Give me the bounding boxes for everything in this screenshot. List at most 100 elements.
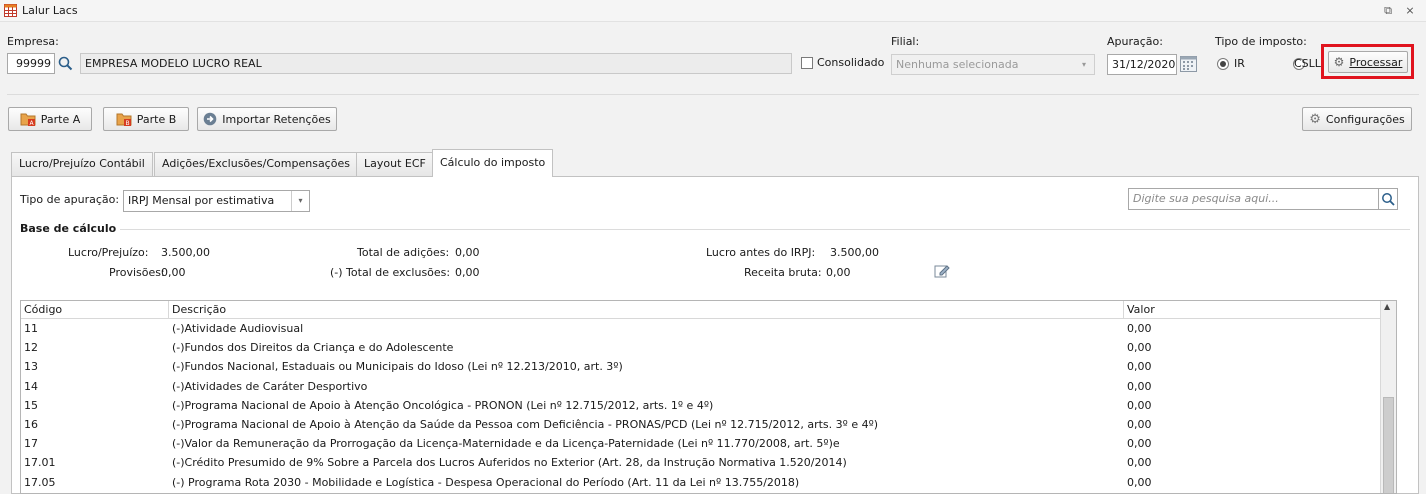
import-icon <box>203 112 217 126</box>
svg-text:B: B <box>125 120 129 126</box>
divider <box>7 94 1419 95</box>
table-row[interactable]: 16 (-)Programa Nacional de Apoio à Atençã… <box>21 416 1381 433</box>
radio-ir-label: IR <box>1234 57 1245 70</box>
cell-descricao: (-)Fundos Nacional, Estaduais ou Municip… <box>172 360 623 374</box>
filial-select[interactable]: Nenhuma selecionada ▾ <box>891 54 1095 75</box>
gear-icon: ⚙ <box>1333 55 1345 69</box>
spreadsheet-icon <box>4 4 17 17</box>
cell-descricao: (-)Programa Nacional de Apoio à Atenção … <box>172 398 714 412</box>
table-row[interactable]: 17.05 (-) Programa Rota 2030 - Mobilidade… <box>21 473 1381 491</box>
apuracao-date-input[interactable]: 31/12/2020 <box>1107 54 1177 75</box>
provisoes-label: Provisões: <box>109 266 165 279</box>
table-row[interactable]: 17.01 (-)Crédito Presumido de 9% Sobre a … <box>21 454 1381 471</box>
table-row[interactable]: 17 (-)Valor da Remuneração da Prorrogação… <box>21 435 1381 453</box>
table-row[interactable]: 13 (-)Fundos Nacional, Estaduais ou Munic… <box>21 358 1381 376</box>
chevron-down-icon: ▾ <box>291 191 309 211</box>
parte-a-label: Parte A <box>40 112 81 126</box>
configuracoes-button[interactable]: ⚙ Configurações <box>1302 107 1412 131</box>
total-exclusoes-value: 0,00 <box>455 266 480 279</box>
empresa-code-input[interactable]: 99999 <box>7 53 55 74</box>
provisoes-value: 0,00 <box>161 266 186 279</box>
cell-codigo: 12 <box>24 341 38 355</box>
calendar-icon[interactable] <box>1180 56 1197 72</box>
edit-icon[interactable] <box>934 263 950 279</box>
apuracao-label: Apuração: <box>1107 35 1163 48</box>
search-input[interactable]: Digite sua pesquisa aqui... <box>1128 188 1379 210</box>
empresa-name-field: EMPRESA MODELO LUCRO REAL <box>80 53 792 74</box>
grid-header: Código Descrição Valor <box>21 301 1381 319</box>
consolidado-label: Consolidado <box>817 56 885 69</box>
total-adicoes-value: 0,00 <box>455 246 480 259</box>
close-icon[interactable]: ⨯ <box>1402 3 1418 19</box>
receita-bruta-label: Receita bruta: <box>744 266 822 279</box>
cell-valor: 0,00 <box>1127 360 1152 374</box>
cell-valor: 0,00 <box>1127 475 1152 489</box>
radio-ir[interactable] <box>1217 58 1229 70</box>
column-header-descricao[interactable]: Descrição <box>169 301 1124 319</box>
cell-valor: 0,00 <box>1127 379 1152 393</box>
radio-csll-label: CSLL <box>1294 57 1321 70</box>
tab-adicoes-exclusoes[interactable]: Adições/Exclusões/Compensações <box>154 152 358 176</box>
cell-valor: 0,00 <box>1127 398 1152 412</box>
cell-descricao: (-)Programa Nacional de Apoio à Atenção … <box>172 418 879 431</box>
tab-layout-ecf[interactable]: Layout ECF <box>356 152 434 176</box>
importar-retencoes-button[interactable]: Importar Retenções <box>197 107 337 131</box>
cell-valor: 0,00 <box>1127 437 1152 451</box>
configuracoes-label: Configurações <box>1325 112 1405 126</box>
cell-descricao: (-)Crédito Presumido de 9% Sobre a Parce… <box>172 456 847 470</box>
processar-button[interactable]: ⚙ Processar <box>1328 51 1408 73</box>
parte-a-button[interactable]: A Parte A <box>8 107 92 131</box>
table-row[interactable]: 11 (-)Atividade Audiovisual 0,00 <box>21 320 1381 337</box>
processar-label: Processar <box>1349 55 1403 69</box>
total-adicoes-label: Total de adições: <box>357 246 450 259</box>
cell-codigo: 17.01 <box>24 456 56 470</box>
receita-bruta-value: 0,00 <box>826 266 851 279</box>
lucro-prejuizo-label: Lucro/Prejuízo: <box>68 246 149 259</box>
cell-codigo: 16 <box>24 418 38 431</box>
tab-lucro-prejuizo[interactable]: Lucro/Prejuízo Contábil <box>11 152 153 176</box>
scrollbar-thumb[interactable] <box>1383 397 1394 493</box>
cell-valor: 0,00 <box>1127 322 1152 335</box>
table-row[interactable]: 12 (-)Fundos dos Direitos da Criança e do… <box>21 339 1381 356</box>
filial-placeholder: Nenhuma selecionada <box>896 58 1019 71</box>
importar-retencoes-label: Importar Retenções <box>222 112 331 126</box>
lucro-antes-irpj-label: Lucro antes do IRPJ: <box>706 246 816 259</box>
settings-icon: ⚙ <box>1309 111 1321 127</box>
tab-calculo-imposto[interactable]: Cálculo do imposto <box>432 149 554 177</box>
column-header-codigo[interactable]: Código <box>21 301 169 319</box>
cell-descricao: (-)Atividades de Caráter Desportivo <box>172 379 368 393</box>
table-row[interactable]: 15 (-)Programa Nacional de Apoio à Atençã… <box>21 396 1381 414</box>
cell-codigo: 15 <box>24 398 38 412</box>
filial-label: Filial: <box>891 35 920 48</box>
chevron-down-icon: ▾ <box>1081 60 1086 69</box>
lucro-antes-irpj-value: 3.500,00 <box>830 246 879 259</box>
tipo-apuracao-select[interactable]: IRPJ Mensal por estimativa ▾ <box>123 190 310 212</box>
cell-descricao: (-)Atividade Audiovisual <box>172 322 304 335</box>
cell-codigo: 17.05 <box>24 475 56 489</box>
vertical-scrollbar[interactable]: ▲ <box>1380 301 1396 493</box>
restore-icon[interactable]: ⧉ <box>1380 3 1396 19</box>
consolidado-checkbox[interactable] <box>801 57 813 69</box>
search-icon[interactable] <box>57 55 74 72</box>
table-row[interactable]: 14 (-)Atividades de Caráter Desportivo 0,0… <box>21 378 1381 395</box>
cell-codigo: 14 <box>24 379 38 393</box>
search-icon <box>1382 193 1395 206</box>
data-grid: Código Descrição Valor 11 (-)Atividade Au… <box>20 300 1397 494</box>
cell-descricao: (-)Valor da Remuneração da Prorrogação d… <box>172 437 840 451</box>
cell-descricao: (-)Fundos dos Direitos da Criança e do A… <box>172 341 454 355</box>
folder-b-icon: B <box>116 113 132 126</box>
divider <box>120 229 1410 230</box>
search-button[interactable] <box>1378 188 1398 210</box>
cell-codigo: 11 <box>24 322 38 335</box>
folder-a-icon: A <box>20 113 36 126</box>
parte-b-button[interactable]: B Parte B <box>103 107 189 131</box>
title-bar: Lalur Lacs ⧉ ⨯ <box>0 0 1426 22</box>
scroll-up-icon[interactable]: ▲ <box>1384 302 1390 311</box>
column-header-valor[interactable]: Valor <box>1124 301 1381 319</box>
parte-b-label: Parte B <box>136 112 177 126</box>
cell-valor: 0,00 <box>1127 418 1152 431</box>
cell-valor: 0,00 <box>1127 341 1152 355</box>
base-calculo-title: Base de cálculo <box>20 222 117 235</box>
window-title: Lalur Lacs <box>22 4 78 17</box>
tipo-apuracao-value: IRPJ Mensal por estimativa <box>128 194 275 207</box>
